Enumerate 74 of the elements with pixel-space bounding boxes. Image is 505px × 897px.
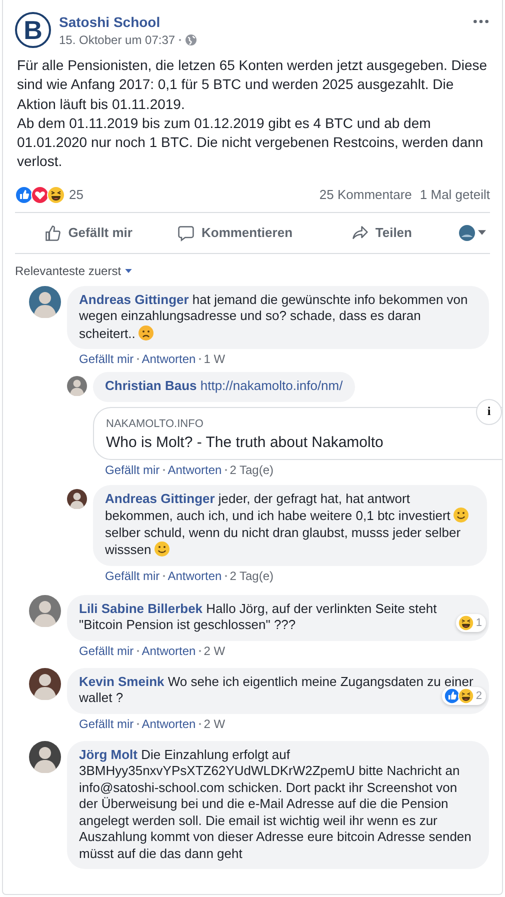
avatar-icon[interactable] <box>67 376 87 396</box>
avatar-icon[interactable] <box>29 668 61 700</box>
speech-bubble-icon <box>177 224 196 242</box>
separator-dot <box>136 722 139 725</box>
commenter-name[interactable]: Jörg Molt <box>79 746 138 762</box>
preview-title: Who is Molt? - The truth about Nakamolto <box>106 434 384 451</box>
like-reaction-icon <box>444 688 460 704</box>
comment-text: Andreas Gittinger hat jemand die gewünschte info bekommen von wegen einzahlungsadresse und so? schade, dass es daran scheitert.. <box>79 292 469 342</box>
comment-action-link[interactable]: Antworten <box>142 716 196 731</box>
smiley-face-icon <box>453 507 470 524</box>
comment-action-link[interactable]: Gefällt mir <box>105 568 160 583</box>
comment-link[interactable]: http://nakamolto.info/nm/ <box>200 378 343 394</box>
post-action-button[interactable]: Gefällt mir <box>15 218 162 248</box>
info-button[interactable]: i <box>476 398 502 425</box>
post-time: 15. Oktober um 07:37 <box>59 33 176 47</box>
page-name[interactable]: Satoshi School <box>59 14 464 30</box>
avatar-icon[interactable] <box>29 286 61 318</box>
separator-dot <box>224 574 227 577</box>
comment-text: Jörg Molt Die Einzahlung erfolgt auf 3BMHyy35nxvYPsXTZ62YUdWLDKrW2ZpemU bitte Nachricht an info@satoshi-school.com schicken. Dort packt ihr Screenshot von der Überweisung bei und die e-Mail Adresse auf die die Pension angelegt werden soll. Die email ist wichtig weil ihr wenn es zur Auszahlung kommt von dieser Adresse eure bitcoin Adresse senden müsst auf die das dann geht <box>79 746 472 862</box>
post-action-button[interactable]: Kommentieren <box>162 218 308 248</box>
comment-action-link[interactable]: Gefällt mir <box>79 716 134 731</box>
comments-count[interactable]: 25 Kommentare <box>319 187 412 202</box>
comment-time: 2 Tag(e) <box>230 462 274 477</box>
comment-text: Andreas Gittinger jeder, der gefragt hat, hat antwort bekommen, auch ich, und ich habe weitere 0,1 btc investiert selber schuld, wenn du nicht dran glaubst, musss jeder selber wisssen <box>105 490 475 559</box>
avatar-icon[interactable] <box>29 740 61 773</box>
commenter-name[interactable]: Christian Baus <box>105 378 197 394</box>
post-text: Für alle Pensionisten, die letzen 65 Konten werden jetzt ausgegeben. Diese sind wie Anfang 2017: 0,1 für 5 BTC und werden 2025 ausgezahlt. Die Aktion läuft bis 01.11.2019. <box>17 56 488 114</box>
separator-dot <box>162 468 165 471</box>
comment-action-link[interactable]: Antworten <box>142 352 196 366</box>
like-reaction-icon <box>15 186 33 204</box>
page-logo[interactable]: B <box>15 12 51 48</box>
preview-domain: NAKAMOLTO.INFO <box>106 418 204 430</box>
laughing-face-icon <box>47 186 65 204</box>
separator-dot <box>224 468 227 471</box>
share-arrow-icon <box>351 224 370 242</box>
reaction-count: 1 <box>476 616 482 629</box>
commenter-name[interactable]: Andreas Gittinger <box>105 490 215 506</box>
laughing-face-icon <box>458 688 474 704</box>
thumbs-up-icon <box>44 224 62 242</box>
avatar-icon[interactable] <box>67 488 87 509</box>
comment-action-link[interactable]: Antworten <box>168 462 222 477</box>
smiley-face-icon <box>154 541 170 558</box>
separator-dot <box>198 722 201 725</box>
post-action-button[interactable]: Teilen <box>308 218 456 248</box>
separator-dot <box>179 39 182 41</box>
comment-action-link[interactable]: Gefällt mir <box>79 352 134 366</box>
separator-dot <box>198 358 201 360</box>
comment-time: 1 W <box>204 352 226 366</box>
commenter-name[interactable]: Kevin Smeink <box>79 674 164 689</box>
separator-dot <box>162 574 165 577</box>
caret-icon <box>125 268 132 273</box>
commenter-name[interactable]: Lili Sabine Billerbek <box>79 600 203 616</box>
comment-time: 2 Tag(e) <box>230 568 274 583</box>
separator-dot <box>136 650 139 652</box>
commenter-name[interactable]: Andreas Gittinger <box>79 292 189 307</box>
comment-action-link[interactable]: Antworten <box>168 568 222 583</box>
shares-count[interactable]: 1 Mal geteilt <box>420 187 490 202</box>
separator-dot <box>136 358 139 360</box>
sad-face-icon <box>138 324 154 341</box>
sort-dropdown[interactable]: Relevanteste zuerst <box>15 264 132 278</box>
laughing-face-icon <box>458 614 474 631</box>
avatar-icon[interactable] <box>29 594 61 627</box>
globe-icon <box>185 34 198 46</box>
caret-icon <box>478 230 486 236</box>
heart-reaction-icon <box>31 186 49 204</box>
comment-time: 2 W <box>204 644 226 658</box>
separator-dot <box>198 650 201 652</box>
comment-action-link[interactable]: Gefällt mir <box>105 462 160 477</box>
comment-time: 2 W <box>204 716 226 731</box>
comment-action-link[interactable]: Antworten <box>142 644 196 658</box>
comment-action-link[interactable]: Gefällt mir <box>79 644 134 658</box>
reaction-count: 2 <box>476 690 482 702</box>
reaction-count[interactable]: 25 <box>69 187 84 202</box>
post-text: Ab dem 01.11.2019 bis zum 01.12.2019 gibt es 4 BTC und ab dem 01.01.2020 nur noch 1 BTC. Die nicht vergebenen Restcoins, werden dann verlost. <box>17 114 484 172</box>
